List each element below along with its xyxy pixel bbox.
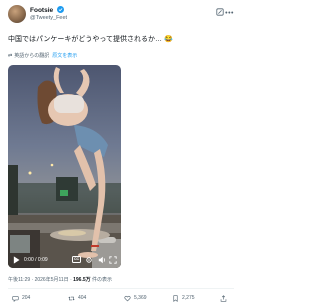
translation-label: 英語からの翻訳 (14, 53, 50, 59)
tweet-header: Footsie @Tweety_Feet ••• (8, 5, 234, 25)
translation-note: ⇄ 英語からの翻訳 原文を表示 (8, 52, 77, 59)
bookmark-button[interactable]: 2,275 (172, 293, 195, 303)
heart-icon (124, 295, 131, 301)
video-time: 0:00 / 0:09 (24, 257, 48, 263)
tweet-text: 中国ではパンケーキがどうやって提供されるか… 😂 (8, 36, 173, 43)
share-icon (220, 294, 227, 302)
translate-icon: ⇄ (8, 53, 13, 59)
grok-icon[interactable] (216, 8, 224, 16)
more-options-icon[interactable]: ••• (225, 10, 234, 17)
tweet-meta: 午後11:29 · 2026年5月11日 · 196.5万 件の表示 (8, 276, 112, 283)
reply-icon (12, 295, 19, 302)
bookmark-count: 2,275 (182, 295, 195, 301)
retweet-icon (68, 296, 75, 300)
retweet-button[interactable]: 404 (68, 293, 86, 303)
user-handle[interactable]: @Tweety_Feet (30, 15, 67, 21)
reply-button[interactable]: 204 (12, 293, 30, 303)
play-icon[interactable] (13, 256, 20, 264)
reply-count: 204 (22, 295, 31, 301)
divider (8, 288, 234, 289)
video-controls: 0:00 / 0:09 CC (8, 252, 121, 268)
verified-badge-icon (56, 6, 64, 13)
view-count-suffix: 件の表示 (90, 277, 113, 283)
settings-gear-icon[interactable] (85, 256, 93, 264)
timestamp[interactable]: 午後11:29 · 2026年5月11日 · (8, 277, 73, 283)
like-count: 5,369 (134, 295, 147, 301)
like-button[interactable]: 5,369 (124, 293, 147, 303)
captions-icon[interactable]: CC (72, 256, 81, 263)
video-player[interactable]: 0:00 / 0:09 CC (8, 65, 121, 268)
display-name[interactable]: Footsie (30, 6, 64, 14)
fullscreen-icon[interactable] (109, 256, 117, 264)
display-name-text[interactable]: Footsie (30, 7, 53, 14)
view-count: 196.5万 (73, 277, 91, 283)
avatar[interactable] (8, 5, 26, 23)
action-bar: 204 404 5,369 2,275 (8, 293, 234, 303)
share-button[interactable] (220, 293, 230, 303)
retweet-count: 404 (78, 295, 87, 301)
video-frame (8, 67, 121, 268)
volume-icon[interactable] (98, 256, 106, 264)
bookmark-icon (173, 294, 178, 302)
show-original-link[interactable]: 原文を表示 (52, 53, 77, 59)
